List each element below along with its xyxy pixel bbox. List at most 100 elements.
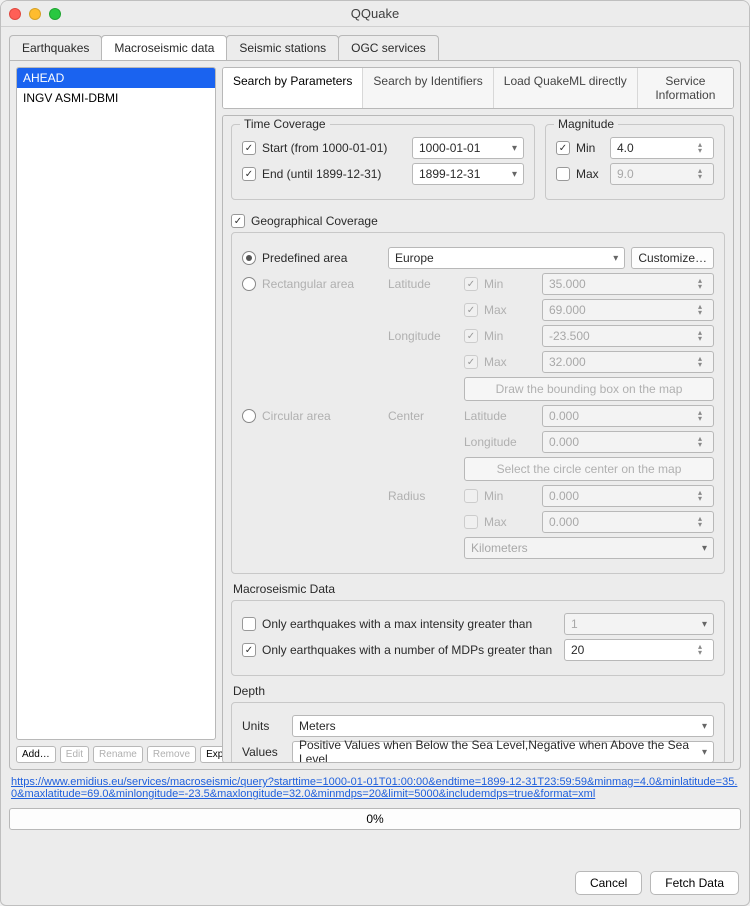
mag-min-checkbox[interactable] — [556, 141, 570, 155]
mag-max-input: 9.0▴▾ — [610, 163, 714, 185]
geo-checkbox[interactable] — [231, 214, 245, 228]
radius-max-input: 0.000▴▾ — [542, 511, 714, 533]
end-checkbox[interactable] — [242, 167, 256, 181]
tab-service-info[interactable]: Service Information — [638, 68, 733, 108]
customize-button[interactable]: Customize… — [631, 247, 714, 269]
depth-group: Units Meters▾ Values Positive Values whe… — [231, 702, 725, 763]
predefined-radio[interactable] — [242, 251, 256, 265]
intensity-label: Only earthquakes with a max intensity gr… — [262, 617, 558, 631]
source-item-ingv[interactable]: INGV ASMI-DBMI — [17, 88, 215, 108]
progress-bar: 0% — [9, 808, 741, 830]
footer: Cancel Fetch Data — [1, 871, 749, 905]
sidebar: AHEAD INGV ASMI-DBMI Add… Edit Rename Re… — [10, 61, 222, 769]
values-select[interactable]: Positive Values when Below the Sea Level… — [292, 741, 714, 763]
end-label: End (until 1899-12-31) — [262, 167, 406, 181]
right-pane: Search by Parameters Search by Identifie… — [222, 61, 740, 769]
mdps-input[interactable]: 20▴▾ — [564, 639, 714, 661]
rename-source-button: Rename — [93, 746, 143, 763]
progress-text: 0% — [366, 812, 383, 826]
close-icon[interactable] — [9, 8, 21, 20]
predefined-label: Predefined area — [262, 251, 382, 265]
tab-macroseismic[interactable]: Macroseismic data — [101, 35, 227, 60]
page: AHEAD INGV ASMI-DBMI Add… Edit Rename Re… — [9, 60, 741, 770]
source-item-ahead[interactable]: AHEAD — [17, 68, 215, 88]
time-coverage-group: Time Coverage Start (from 1000-01-01) 10… — [231, 124, 535, 200]
center-lon-input: 0.000▴▾ — [542, 431, 714, 453]
units-select[interactable]: Meters▾ — [292, 715, 714, 737]
values-label: Values — [242, 745, 286, 759]
time-coverage-title: Time Coverage — [240, 117, 330, 131]
minimize-icon[interactable] — [29, 8, 41, 20]
start-date-input[interactable]: 1000-01-01▾ — [412, 137, 524, 159]
mdata-title: Macroseismic Data — [233, 582, 725, 596]
lon-min-input: -23.500▴▾ — [542, 325, 714, 347]
tab-seismic-stations[interactable]: Seismic stations — [226, 35, 339, 60]
end-date-input[interactable]: 1899-12-31▾ — [412, 163, 524, 185]
tab-earthquakes[interactable]: Earthquakes — [9, 35, 102, 60]
tab-ogc-services[interactable]: OGC services — [338, 35, 439, 60]
rectangular-label: Rectangular area — [262, 277, 382, 291]
lat-max-input: 69.000▴▾ — [542, 299, 714, 321]
lat-max-checkbox — [464, 303, 478, 317]
mag-min-input[interactable]: 4.0▴▾ — [610, 137, 714, 159]
draw-bbox-button: Draw the bounding box on the map — [464, 377, 714, 401]
lat-min-input: 35.000▴▾ — [542, 273, 714, 295]
chevron-down-icon: ▾ — [613, 253, 618, 264]
intensity-select: 1▾ — [564, 613, 714, 635]
depth-title: Depth — [233, 684, 725, 698]
radius-unit-select: Kilometers▾ — [464, 537, 714, 559]
chevron-down-icon: ▾ — [512, 169, 517, 180]
params-panel: Time Coverage Start (from 1000-01-01) 10… — [222, 115, 734, 763]
window-title: QQuake — [1, 6, 749, 21]
qquake-window: QQuake Earthquakes Macroseismic data Sei… — [0, 0, 750, 906]
zoom-icon[interactable] — [49, 8, 61, 20]
tab-load-quakeml[interactable]: Load QuakeML directly — [494, 68, 638, 108]
start-label: Start (from 1000-01-01) — [262, 141, 406, 155]
tab-search-ids[interactable]: Search by Identifiers — [363, 68, 493, 108]
mdata-group: Only earthquakes with a max intensity gr… — [231, 600, 725, 676]
fetch-data-button[interactable]: Fetch Data — [650, 871, 739, 895]
magnitude-title: Magnitude — [554, 117, 618, 131]
radius-max-checkbox — [464, 515, 478, 529]
geo-group: Predefined area Europe▾ Customize… Recta… — [231, 232, 725, 574]
predefined-select[interactable]: Europe▾ — [388, 247, 625, 269]
mdps-checkbox[interactable] — [242, 643, 256, 657]
start-checkbox[interactable] — [242, 141, 256, 155]
add-source-button[interactable]: Add… — [16, 746, 56, 763]
mag-max-label: Max — [576, 167, 604, 181]
select-center-button: Select the circle center on the map — [464, 457, 714, 481]
spinner-icon[interactable]: ▴▾ — [693, 644, 707, 656]
units-label: Units — [242, 719, 286, 733]
radius-min-input: 0.000▴▾ — [542, 485, 714, 507]
remove-source-button: Remove — [147, 746, 196, 763]
rectangular-radio[interactable] — [242, 277, 256, 291]
chevron-down-icon: ▾ — [702, 747, 707, 758]
radius-label: Radius — [388, 489, 458, 503]
query-url-link[interactable]: https://www.emidius.eu/services/macrosei… — [1, 770, 749, 800]
circular-radio[interactable] — [242, 409, 256, 423]
spinner-icon: ▴▾ — [693, 168, 707, 180]
mdps-label: Only earthquakes with a number of MDPs g… — [262, 643, 558, 657]
lon-max-checkbox — [464, 355, 478, 369]
source-list[interactable]: AHEAD INGV ASMI-DBMI — [16, 67, 216, 740]
magnitude-group: Magnitude Min 4.0▴▾ Max 9.0▴▾ — [545, 124, 725, 200]
tab-search-params[interactable]: Search by Parameters — [223, 68, 363, 108]
sub-tabs: Search by Parameters Search by Identifie… — [222, 67, 734, 109]
lon-max-input: 32.000▴▾ — [542, 351, 714, 373]
lat-min-checkbox — [464, 277, 478, 291]
edit-source-button: Edit — [60, 746, 89, 763]
geo-title: Geographical Coverage — [251, 214, 378, 228]
cancel-button[interactable]: Cancel — [575, 871, 642, 895]
center-label: Center — [388, 409, 458, 423]
circular-label: Circular area — [262, 409, 382, 423]
spinner-icon[interactable]: ▴▾ — [693, 142, 707, 154]
radius-min-checkbox — [464, 489, 478, 503]
chevron-down-icon: ▾ — [702, 721, 707, 732]
main-tabs: Earthquakes Macroseismic data Seismic st… — [1, 27, 749, 60]
chevron-down-icon: ▾ — [512, 143, 517, 154]
center-lat-input: 0.000▴▾ — [542, 405, 714, 427]
mag-max-checkbox[interactable] — [556, 167, 570, 181]
intensity-checkbox[interactable] — [242, 617, 256, 631]
source-buttons: Add… Edit Rename Remove Export — [16, 746, 216, 763]
lat-label: Latitude — [388, 277, 458, 291]
